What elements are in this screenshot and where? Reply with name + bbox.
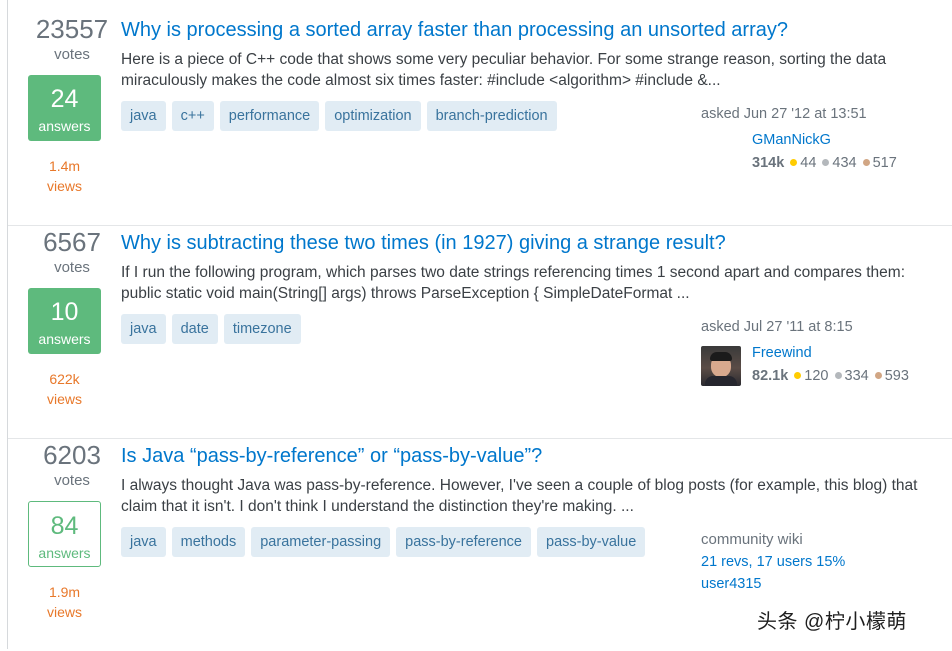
tag-branch-prediction[interactable]: branch-prediction xyxy=(426,101,557,131)
gold-badge-count: 44 xyxy=(800,155,817,171)
tag-java[interactable]: java xyxy=(121,527,166,557)
question-title-link[interactable]: Why is subtracting these two times (in 1… xyxy=(121,232,726,255)
user-reputation: 314k 44 434 517 xyxy=(752,155,897,171)
vote-label: votes xyxy=(54,472,90,489)
vote-label: votes xyxy=(54,259,90,276)
question-title-link[interactable]: Is Java “pass-by-reference” or “pass-by-… xyxy=(121,445,542,468)
vote-count: 6203 xyxy=(43,440,101,470)
tag-timezone[interactable]: timezone xyxy=(223,314,301,344)
user-name-link[interactable]: user4315 xyxy=(701,576,761,592)
user-name-link[interactable]: GManNickG xyxy=(752,132,831,148)
view-label: views xyxy=(46,391,82,407)
silver-badge-count: 334 xyxy=(844,368,869,384)
bronze-badge-count: 593 xyxy=(884,368,909,384)
view-label: views xyxy=(46,178,82,194)
tag-list: java methods parameter-passing pass-by-refe… xyxy=(121,527,651,557)
view-label: views xyxy=(46,604,82,620)
answer-count-box: 24 answers xyxy=(28,75,101,141)
answer-count-box: 84 answers xyxy=(28,501,101,567)
bronze-badge-count: 517 xyxy=(872,155,897,171)
answer-label: answers xyxy=(38,118,91,134)
view-count: 1.9m xyxy=(48,584,81,600)
community-wiki-label: community wiki xyxy=(701,531,803,548)
bronze-badge-icon xyxy=(862,159,870,167)
answer-count: 10 xyxy=(50,298,79,326)
question-excerpt: I always thought Java was pass-by-refere… xyxy=(121,477,918,515)
vote-count: 23557 xyxy=(35,14,109,44)
answer-count-box: 10 answers xyxy=(28,288,101,354)
gold-badge-icon xyxy=(790,159,798,167)
gold-badge-icon xyxy=(794,372,802,380)
asked-timestamp: asked Jul 27 '11 at 8:15 xyxy=(701,319,853,335)
silver-badge-count: 434 xyxy=(832,155,857,171)
answer-count: 24 xyxy=(50,85,79,113)
tag-list: java c++ performance optimization branch-pre… xyxy=(121,101,563,131)
tag-java[interactable]: java xyxy=(121,314,166,344)
gold-badge-count: 120 xyxy=(804,368,829,384)
tag-pass-by-value[interactable]: pass-by-value xyxy=(537,527,646,557)
revisions-link[interactable]: 21 revs, 17 users 15% xyxy=(701,554,845,570)
tag-list: java date timezone xyxy=(121,314,307,344)
reputation-score: 314k xyxy=(752,155,785,171)
question-summary: 23557 votes 24 answers 1.4m views Why is… xyxy=(8,12,952,226)
vote-count: 6567 xyxy=(43,227,101,257)
silver-badge-icon xyxy=(834,372,842,380)
silver-badge-icon xyxy=(822,159,830,167)
watermark: 头条 @柠小檬萌 xyxy=(757,611,907,633)
user-name-link[interactable]: Freewind xyxy=(752,345,812,361)
answer-label: answers xyxy=(38,331,91,347)
tag-java[interactable]: java xyxy=(121,101,166,131)
tag-pass-by-reference[interactable]: pass-by-reference xyxy=(396,527,531,557)
avatar-body-shape xyxy=(705,376,737,386)
question-summary: 6567 votes 10 answers 622k views Why is … xyxy=(8,225,952,439)
reputation-score: 82.1k xyxy=(752,368,789,384)
tag-performance[interactable]: performance xyxy=(219,101,320,131)
tag-parameter-passing[interactable]: parameter-passing xyxy=(251,527,391,557)
bronze-badge-icon xyxy=(874,372,882,380)
view-count: 622k xyxy=(49,371,80,387)
user-avatar[interactable] xyxy=(701,346,741,386)
tag-optimization[interactable]: optimization xyxy=(325,101,421,131)
answer-count: 84 xyxy=(50,512,79,540)
tag-cpp[interactable]: c++ xyxy=(171,101,214,131)
question-title-link[interactable]: Why is processing a sorted array faster … xyxy=(121,19,788,42)
asked-timestamp: asked Jun 27 '12 at 13:51 xyxy=(701,106,867,122)
answer-label: answers xyxy=(38,545,91,561)
tag-methods[interactable]: methods xyxy=(171,527,246,557)
view-count: 1.4m xyxy=(48,158,81,174)
avatar-hair-shape xyxy=(710,352,732,361)
tag-date[interactable]: date xyxy=(171,314,218,344)
vote-label: votes xyxy=(54,46,90,63)
question-excerpt: If I run the following program, which pa… xyxy=(121,264,905,302)
user-reputation: 82.1k 120 334 593 xyxy=(752,368,909,384)
question-excerpt: Here is a piece of C++ code that shows s… xyxy=(121,51,887,89)
